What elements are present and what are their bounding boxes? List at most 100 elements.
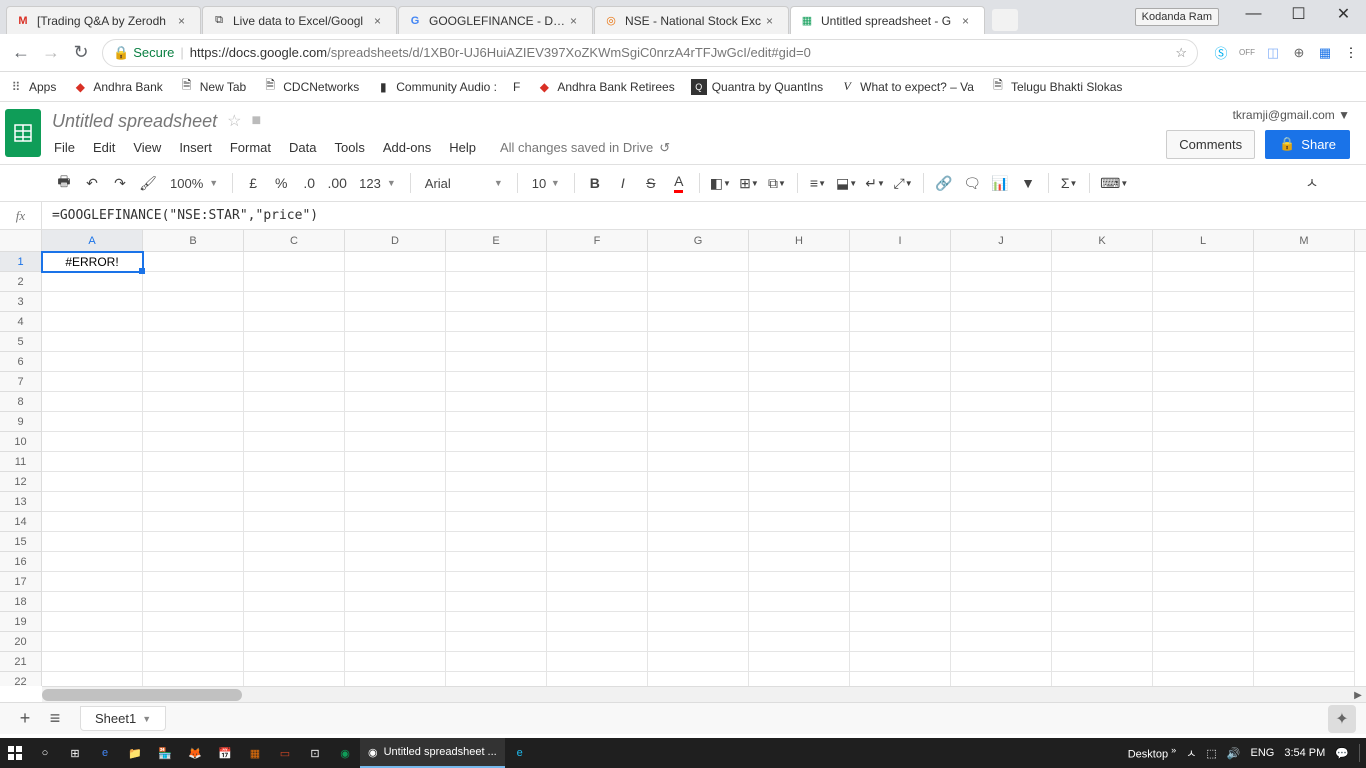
cell[interactable] xyxy=(951,512,1052,532)
h-align-button[interactable]: ≡▼ xyxy=(806,170,830,196)
cell[interactable] xyxy=(1153,652,1254,672)
cell[interactable] xyxy=(951,292,1052,312)
cell[interactable] xyxy=(345,472,446,492)
cell[interactable] xyxy=(1153,672,1254,686)
cell[interactable] xyxy=(143,412,244,432)
cell[interactable] xyxy=(244,352,345,372)
cell[interactable] xyxy=(648,652,749,672)
cell[interactable] xyxy=(648,512,749,532)
cell[interactable] xyxy=(547,412,648,432)
cell[interactable] xyxy=(1052,672,1153,686)
text-color-button[interactable]: A xyxy=(667,170,691,196)
cell[interactable] xyxy=(143,332,244,352)
cell[interactable] xyxy=(1052,552,1153,572)
cell[interactable] xyxy=(446,632,547,652)
taskbar-app[interactable]: ▭ xyxy=(270,738,300,768)
cell[interactable] xyxy=(547,472,648,492)
cell[interactable] xyxy=(345,492,446,512)
cell[interactable] xyxy=(648,532,749,552)
menu-insert[interactable]: Insert xyxy=(171,136,220,159)
strike-button[interactable]: S xyxy=(639,170,663,196)
cell[interactable] xyxy=(951,572,1052,592)
maximize-button[interactable]: ☐ xyxy=(1276,0,1321,28)
cell[interactable] xyxy=(547,292,648,312)
cell[interactable] xyxy=(143,352,244,372)
taskbar-app[interactable]: 🏪 xyxy=(150,738,180,768)
cell[interactable] xyxy=(850,632,951,652)
cell[interactable] xyxy=(244,512,345,532)
row-header[interactable]: 21 xyxy=(0,652,42,672)
cell[interactable] xyxy=(1153,572,1254,592)
cell[interactable] xyxy=(42,452,143,472)
zoom-select[interactable]: 100%▼ xyxy=(164,176,224,191)
cell[interactable] xyxy=(1153,512,1254,532)
cell[interactable] xyxy=(143,532,244,552)
cell[interactable] xyxy=(143,632,244,652)
cell[interactable] xyxy=(1052,592,1153,612)
menu-help[interactable]: Help xyxy=(441,136,484,159)
redo-button[interactable]: ↷ xyxy=(108,170,132,196)
cell[interactable] xyxy=(446,372,547,392)
menu-addons[interactable]: Add-ons xyxy=(375,136,439,159)
cell[interactable] xyxy=(749,372,850,392)
cell[interactable] xyxy=(749,332,850,352)
cell[interactable] xyxy=(446,612,547,632)
cell[interactable] xyxy=(143,272,244,292)
rotate-button[interactable]: ⤢▼ xyxy=(891,170,915,196)
col-header[interactable]: D xyxy=(345,230,446,251)
cell[interactable] xyxy=(749,652,850,672)
row-header[interactable]: 10 xyxy=(0,432,42,452)
cell[interactable] xyxy=(547,592,648,612)
font-select[interactable]: Arial▼ xyxy=(419,176,509,191)
close-icon[interactable]: × xyxy=(374,14,388,28)
cell[interactable] xyxy=(42,612,143,632)
cell[interactable] xyxy=(345,672,446,686)
bookmark-item[interactable]: QQuantra by QuantIns xyxy=(691,79,823,95)
network-icon[interactable]: ⬚ xyxy=(1206,747,1216,760)
cell[interactable] xyxy=(648,552,749,572)
cell[interactable] xyxy=(345,392,446,412)
cell[interactable] xyxy=(42,352,143,372)
cell[interactable] xyxy=(1254,272,1355,292)
cell[interactable] xyxy=(143,552,244,572)
task-view-button[interactable]: ⊞ xyxy=(60,738,90,768)
cell[interactable] xyxy=(143,392,244,412)
cell[interactable] xyxy=(1254,532,1355,552)
cell[interactable] xyxy=(648,412,749,432)
all-sheets-button[interactable]: ≡ xyxy=(40,705,70,733)
cell[interactable] xyxy=(244,452,345,472)
col-header[interactable]: G xyxy=(648,230,749,251)
bookmark-item[interactable]: ◆Andhra Bank xyxy=(72,79,162,95)
cell[interactable] xyxy=(951,452,1052,472)
menu-edit[interactable]: Edit xyxy=(85,136,123,159)
cell[interactable] xyxy=(1052,512,1153,532)
close-window-button[interactable]: ✕ xyxy=(1321,0,1366,28)
cell[interactable] xyxy=(1254,632,1355,652)
cell[interactable] xyxy=(1153,292,1254,312)
italic-button[interactable]: I xyxy=(611,170,635,196)
cell[interactable] xyxy=(446,312,547,332)
taskbar-running-app[interactable]: ◉Untitled spreadsheet ... xyxy=(360,738,505,768)
cell[interactable] xyxy=(749,412,850,432)
cell[interactable] xyxy=(1254,552,1355,572)
cell[interactable] xyxy=(648,312,749,332)
cell[interactable] xyxy=(749,312,850,332)
cell[interactable] xyxy=(1153,532,1254,552)
cell[interactable] xyxy=(345,412,446,432)
address-bar[interactable]: 🔒 Secure | https://docs.google.com/sprea… xyxy=(102,39,1198,67)
cell[interactable] xyxy=(1052,372,1153,392)
cell[interactable] xyxy=(547,612,648,632)
cell[interactable] xyxy=(850,312,951,332)
document-title[interactable]: Untitled spreadsheet xyxy=(52,111,217,132)
cell[interactable] xyxy=(850,352,951,372)
cell[interactable] xyxy=(951,432,1052,452)
menu-file[interactable]: File xyxy=(46,136,83,159)
cell[interactable] xyxy=(244,372,345,392)
row-header[interactable]: 17 xyxy=(0,572,42,592)
row-header[interactable]: 22 xyxy=(0,672,42,686)
cell[interactable] xyxy=(1254,652,1355,672)
cell[interactable] xyxy=(951,372,1052,392)
cell[interactable] xyxy=(345,612,446,632)
cell[interactable] xyxy=(1254,292,1355,312)
bookmark-apps[interactable]: ⠿Apps xyxy=(8,79,56,95)
